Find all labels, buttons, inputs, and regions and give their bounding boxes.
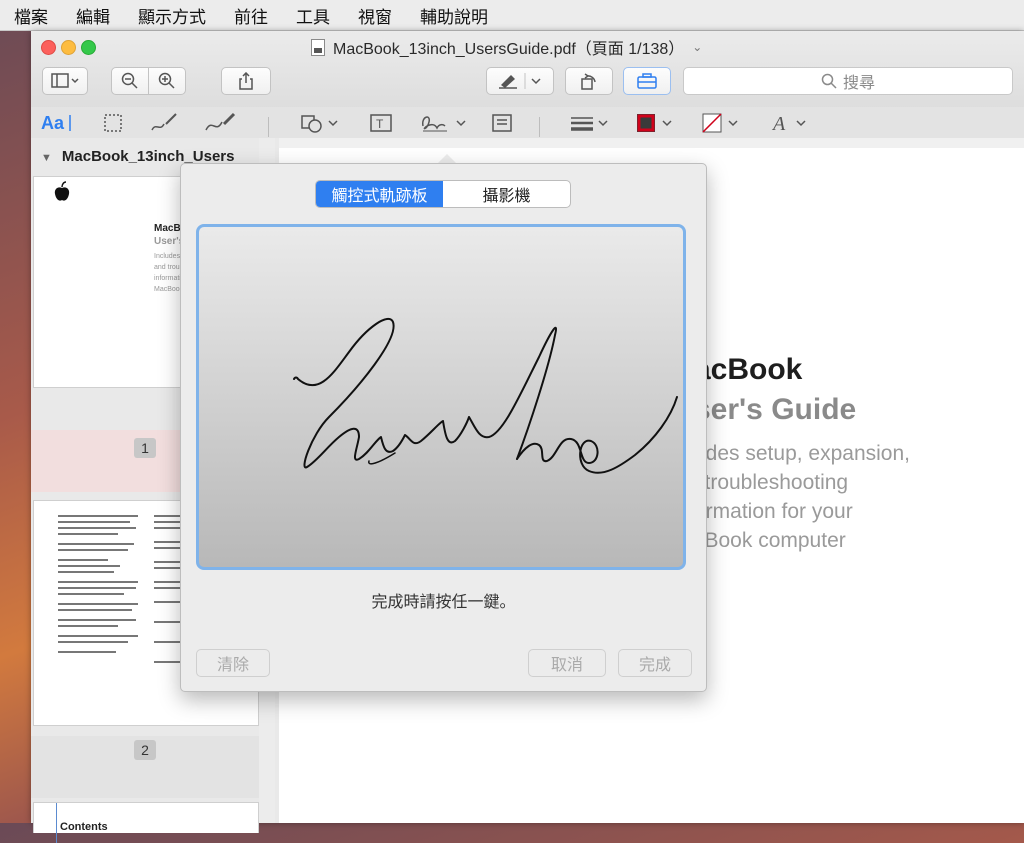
pdf-document-icon bbox=[311, 38, 325, 56]
rect-selection-tool[interactable] bbox=[101, 107, 125, 139]
signature-drawing-pad[interactable] bbox=[196, 224, 686, 570]
signature-source-segmented-control: 觸控式軌跡板 攝影機 bbox=[315, 180, 571, 208]
doc-line-1: udes setup, expansion, bbox=[694, 442, 910, 465]
border-color-icon bbox=[637, 114, 672, 132]
zoom-out-button[interactable] bbox=[111, 67, 149, 95]
apple-logo-icon bbox=[54, 181, 70, 201]
menu-bar: 檔案 編輯 顯示方式 前往 工具 視窗 輔助說明 bbox=[0, 0, 1024, 31]
highlighter-icon bbox=[499, 73, 541, 89]
highlight-button[interactable] bbox=[486, 67, 554, 95]
menu-go[interactable]: 前往 bbox=[220, 3, 282, 28]
signature-tool[interactable] bbox=[419, 107, 471, 139]
svg-text:A: A bbox=[771, 113, 786, 134]
toolbox-icon bbox=[637, 73, 657, 89]
share-button[interactable] bbox=[221, 67, 271, 95]
text-selection-tool[interactable]: Aa bbox=[41, 107, 75, 139]
page-number-label: 2 bbox=[134, 740, 156, 760]
zoom-out-icon bbox=[121, 72, 138, 89]
doc-title: acBook bbox=[694, 353, 803, 386]
markup-toolbar: Aa T A bbox=[31, 107, 1024, 139]
border-color-tool[interactable] bbox=[635, 107, 679, 139]
markup-toolbar-button[interactable] bbox=[623, 67, 671, 95]
cancel-button[interactable]: 取消 bbox=[528, 649, 606, 677]
font-style-icon: A bbox=[771, 113, 806, 134]
text-select-icon: Aa bbox=[41, 113, 71, 133]
sketch-tool[interactable] bbox=[149, 107, 179, 139]
search-icon bbox=[821, 73, 837, 89]
window-title-text: MacBook_13inch_UsersGuide.pdf（頁面 1/138） bbox=[333, 41, 685, 58]
note-tool[interactable] bbox=[489, 107, 515, 139]
shapes-tool[interactable] bbox=[299, 107, 343, 139]
menu-window[interactable]: 視窗 bbox=[344, 3, 406, 28]
menu-edit[interactable]: 編輯 bbox=[62, 3, 124, 28]
signature-stroke bbox=[293, 317, 678, 474]
text-box-tool[interactable]: T bbox=[367, 107, 395, 139]
draw-tool[interactable] bbox=[203, 107, 239, 139]
chevron-down-icon[interactable]: ⌄ bbox=[692, 40, 702, 54]
menu-tools[interactable]: 工具 bbox=[282, 3, 344, 28]
menu-help[interactable]: 輔助說明 bbox=[406, 3, 502, 28]
window-title: MacBook_13inch_UsersGuide.pdf（頁面 1/138） … bbox=[311, 37, 771, 58]
signature-icon bbox=[422, 116, 466, 132]
toolbar-divider bbox=[268, 117, 269, 137]
text-style-tool[interactable]: A bbox=[771, 107, 815, 139]
draw-icon bbox=[205, 112, 236, 131]
doc-line-3: ormation for your bbox=[694, 500, 853, 523]
toolbar-divider bbox=[539, 117, 540, 137]
rect-select-icon bbox=[104, 114, 122, 132]
signature-popover: 觸控式軌跡板 攝影機 完成時請按任一鍵。 清除 取消 完成 bbox=[180, 163, 707, 692]
zoom-window-button[interactable] bbox=[81, 40, 96, 55]
rotate-button[interactable] bbox=[565, 67, 613, 95]
minimize-window-button[interactable] bbox=[61, 40, 76, 55]
signature-hint-text: 完成時請按任一鍵。 bbox=[371, 594, 516, 611]
text-box-icon: T bbox=[370, 114, 392, 132]
tab-camera[interactable]: 攝影機 bbox=[443, 181, 570, 207]
fill-color-icon bbox=[702, 113, 738, 133]
disclosure-triangle-icon[interactable]: ▼ bbox=[41, 152, 52, 164]
doc-subtitle: ser's Guide bbox=[694, 393, 857, 426]
share-icon bbox=[239, 72, 253, 90]
shapes-icon bbox=[301, 115, 338, 133]
doc-line-2: l troubleshooting bbox=[694, 471, 849, 494]
sketch-icon bbox=[151, 113, 177, 131]
fill-color-tool[interactable] bbox=[701, 107, 745, 139]
page-thumbnail-3[interactable]: Contents bbox=[33, 802, 259, 843]
sidebar-icon bbox=[51, 73, 79, 88]
rotate-icon bbox=[581, 73, 596, 90]
clear-button[interactable]: 清除 bbox=[196, 649, 270, 677]
thumb-title: MacB bbox=[154, 223, 181, 234]
done-button[interactable]: 完成 bbox=[618, 649, 692, 677]
search-placeholder: 搜尋 bbox=[842, 75, 875, 92]
zoom-in-icon bbox=[158, 72, 175, 89]
sidebar-view-button[interactable] bbox=[42, 67, 88, 95]
tab-trackpad[interactable]: 觸控式軌跡板 bbox=[316, 181, 443, 207]
svg-text:T: T bbox=[376, 117, 384, 131]
note-icon bbox=[492, 114, 512, 132]
doc-line-4: cBook computer bbox=[694, 529, 846, 552]
page-number-label: 1 bbox=[134, 438, 156, 458]
menu-file[interactable]: 檔案 bbox=[0, 3, 62, 28]
svg-text:Aa: Aa bbox=[41, 113, 65, 133]
zoom-in-button[interactable] bbox=[148, 67, 186, 95]
search-field[interactable]: 搜尋 bbox=[683, 67, 1013, 95]
close-window-button[interactable] bbox=[41, 40, 56, 55]
menu-view[interactable]: 顯示方式 bbox=[124, 3, 220, 28]
line-style-icon bbox=[571, 117, 608, 131]
line-style-tool[interactable] bbox=[569, 107, 613, 139]
